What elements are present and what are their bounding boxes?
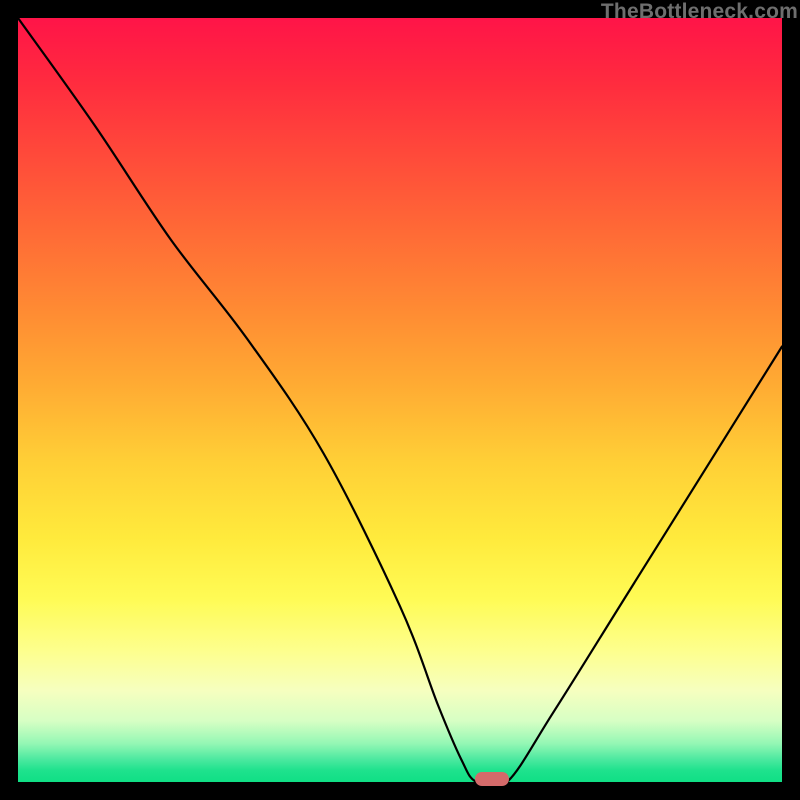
watermark-text: TheBottleneck.com bbox=[601, 0, 798, 24]
bottleneck-curve bbox=[18, 18, 782, 782]
optimal-point-marker bbox=[475, 772, 509, 786]
chart-frame bbox=[18, 18, 782, 782]
